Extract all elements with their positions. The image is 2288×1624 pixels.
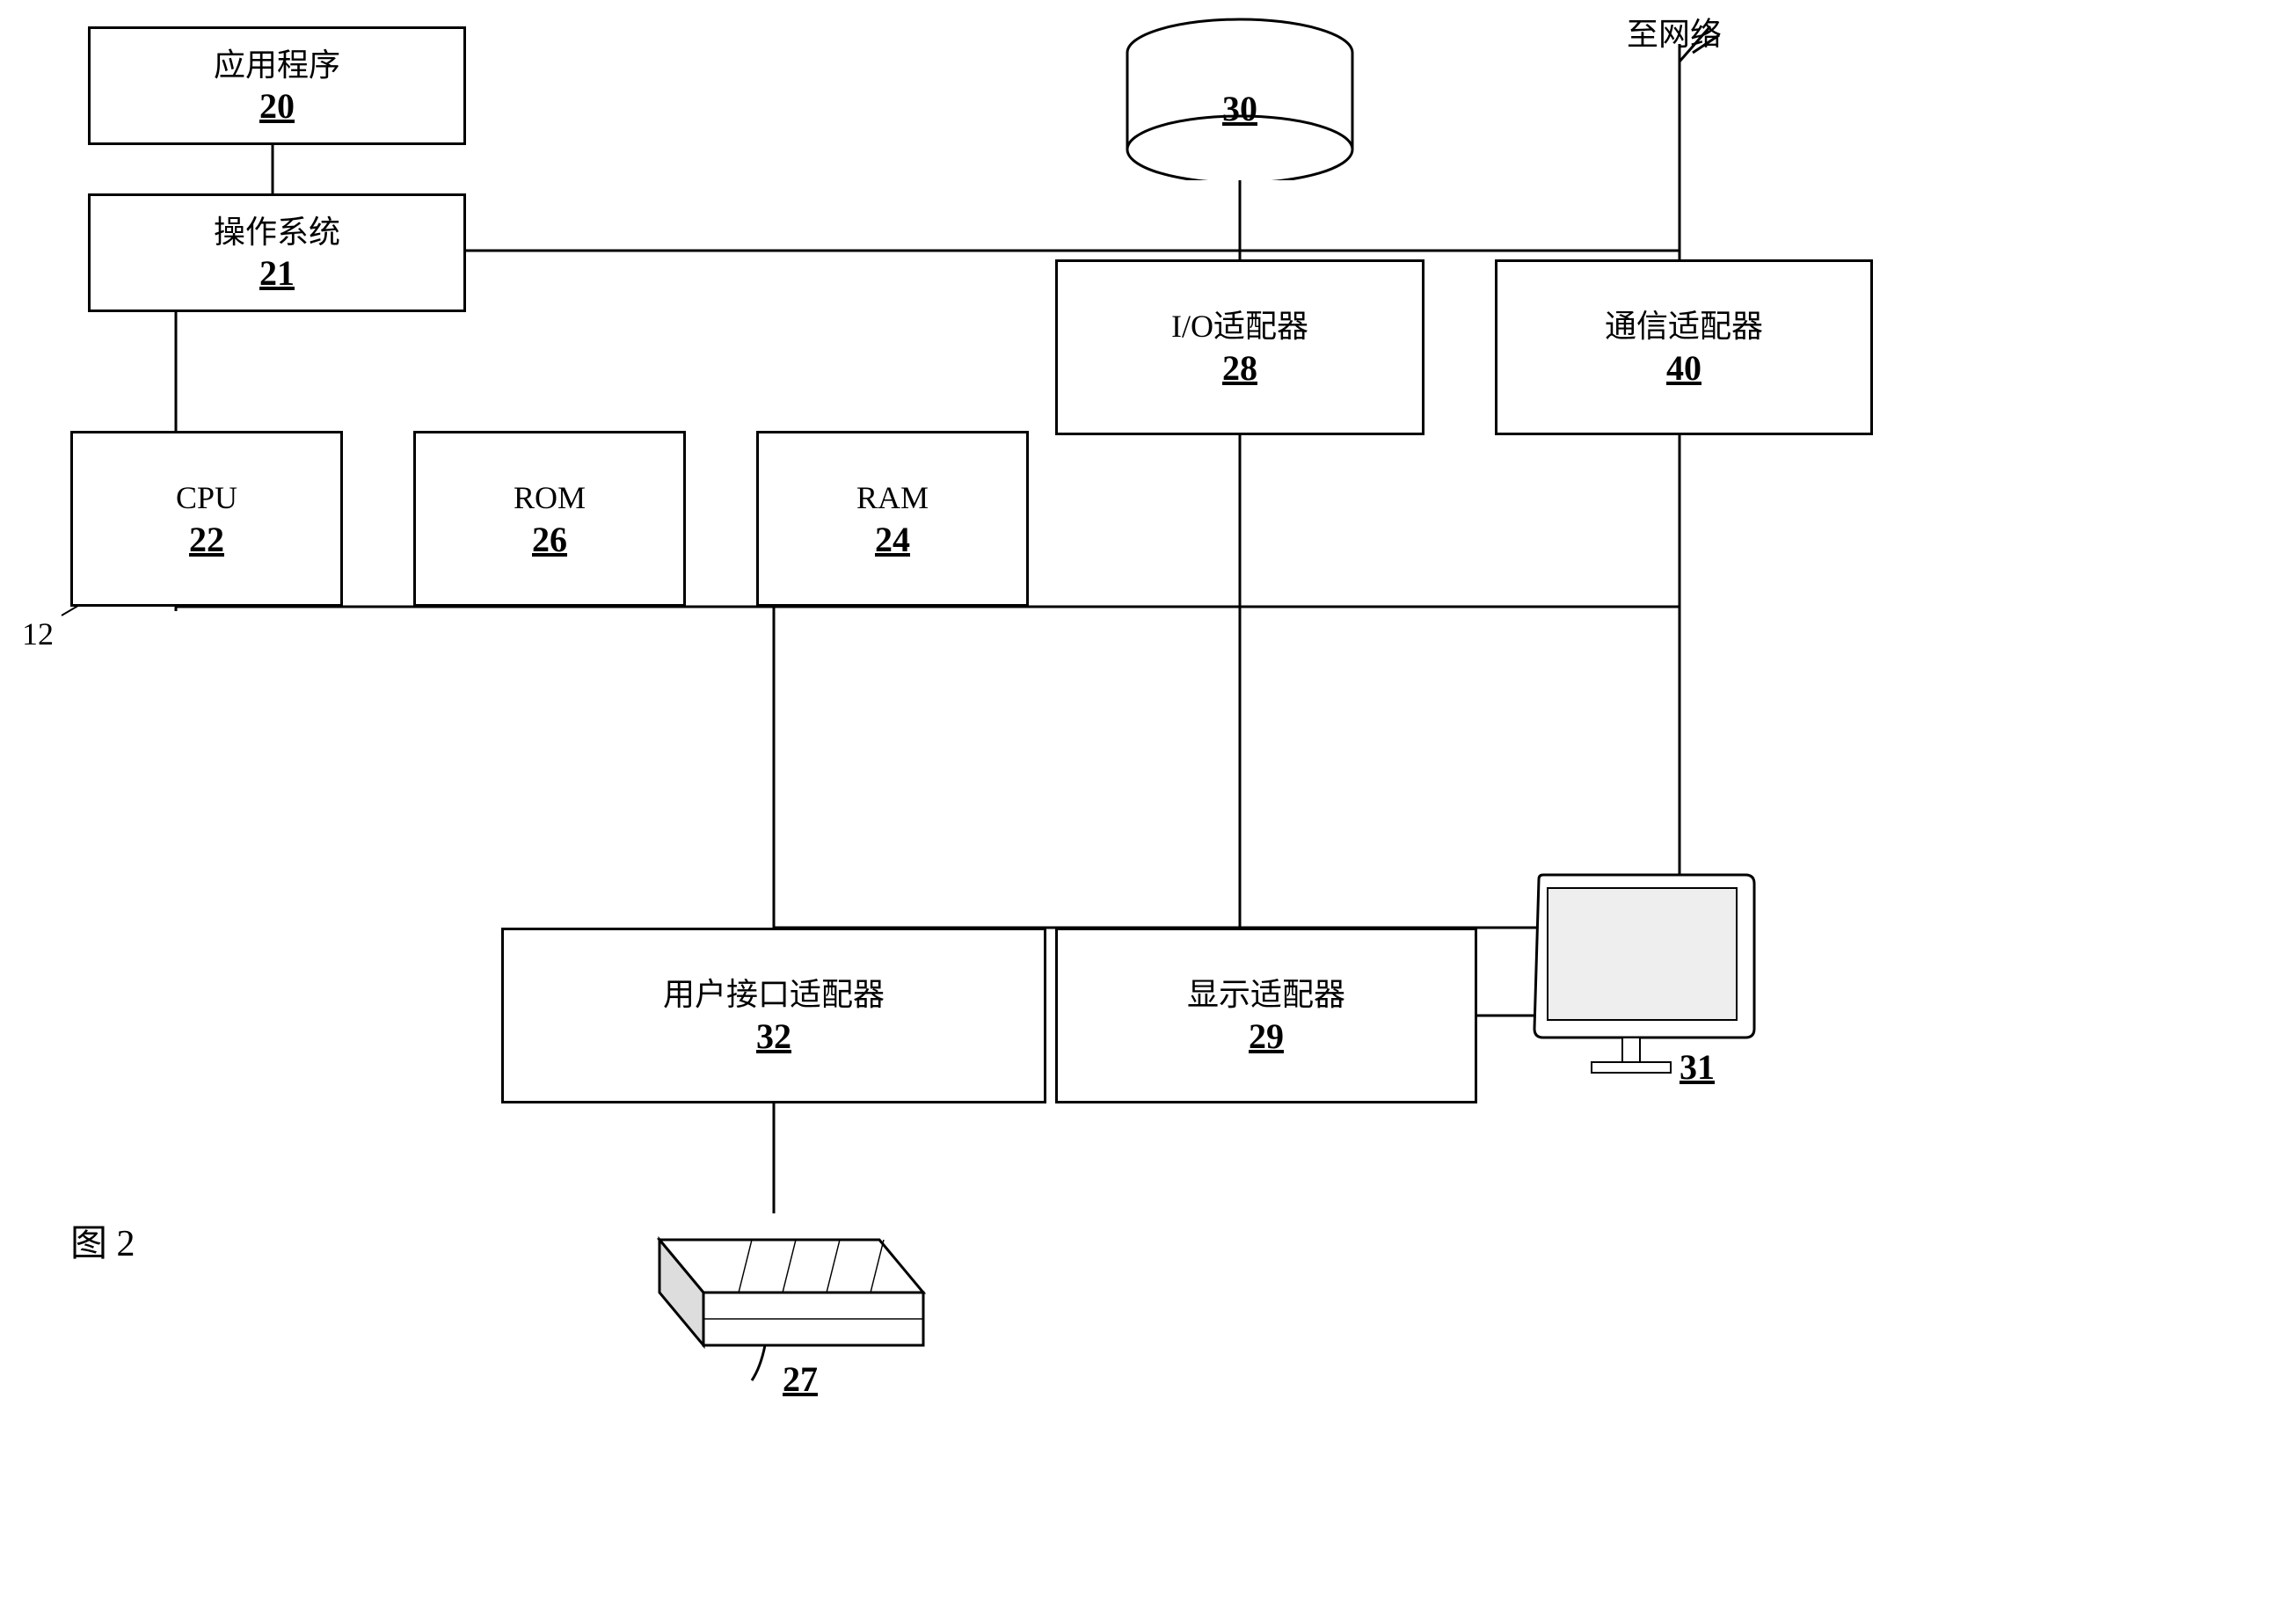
ram-label: RAM bbox=[856, 477, 929, 519]
db-icon: 30 bbox=[1126, 18, 1354, 180]
rom-box: ROM 26 bbox=[413, 431, 686, 607]
display-label: 显示适配器 bbox=[1187, 974, 1345, 1016]
network-wire bbox=[1662, 22, 1732, 66]
rom-label: ROM bbox=[514, 477, 586, 519]
comm-box: 通信适配器 40 bbox=[1495, 259, 1873, 435]
ram-box: RAM 24 bbox=[756, 431, 1029, 607]
app-number: 20 bbox=[259, 85, 295, 127]
comm-number: 40 bbox=[1666, 347, 1701, 389]
ui-label: 用户接口适配器 bbox=[663, 974, 885, 1016]
keyboard-number: 27 bbox=[783, 1358, 818, 1400]
monitor-icon: 31 bbox=[1521, 870, 1767, 1103]
rom-number: 26 bbox=[532, 519, 567, 560]
monitor-number: 31 bbox=[1680, 1046, 1715, 1088]
display-number: 29 bbox=[1249, 1016, 1284, 1057]
diagram: 应用程序 20 操作系统 21 CPU 22 ROM 26 RAM 24 I/O… bbox=[0, 0, 2288, 1624]
io-number: 28 bbox=[1222, 347, 1257, 389]
keyboard-icon: 27 bbox=[607, 1205, 932, 1402]
figure-label: 图 2 bbox=[70, 1213, 135, 1267]
ui-number: 32 bbox=[756, 1016, 791, 1057]
ui-box: 用户接口适配器 32 bbox=[501, 928, 1046, 1103]
app-box: 应用程序 20 bbox=[88, 26, 466, 145]
io-box: I/O适配器 28 bbox=[1055, 259, 1425, 435]
io-label: I/O适配器 bbox=[1171, 306, 1308, 347]
monitor-svg bbox=[1521, 870, 1767, 1099]
cpu-box: CPU 22 bbox=[70, 431, 343, 607]
os-box: 操作系统 21 bbox=[88, 193, 466, 312]
ram-number: 24 bbox=[875, 519, 910, 560]
cpu-number: 22 bbox=[189, 519, 224, 560]
keyboard-svg bbox=[607, 1205, 932, 1398]
app-label: 应用程序 bbox=[214, 45, 340, 86]
display-box: 显示适配器 29 bbox=[1055, 928, 1477, 1103]
label-12: 12 bbox=[22, 615, 54, 652]
cpu-label: CPU bbox=[176, 477, 237, 519]
os-label: 操作系统 bbox=[214, 212, 340, 253]
comm-label: 通信适配器 bbox=[1605, 306, 1763, 347]
os-number: 21 bbox=[259, 252, 295, 294]
db-number: 30 bbox=[1222, 88, 1257, 129]
